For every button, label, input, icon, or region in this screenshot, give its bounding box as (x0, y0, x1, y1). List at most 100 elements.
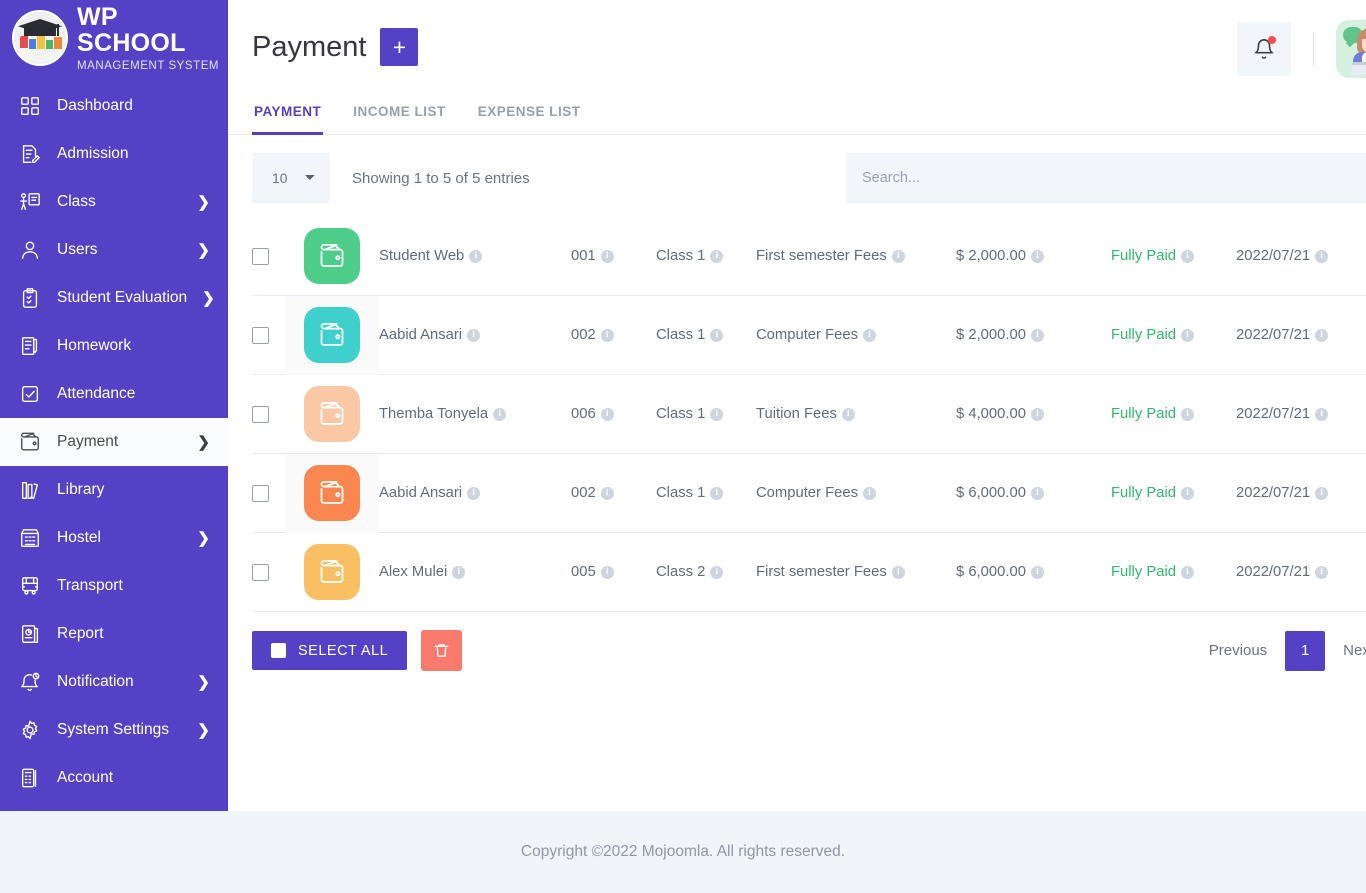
info-icon[interactable]: i (710, 249, 724, 263)
tab-payment[interactable]: PAYMENT (252, 96, 324, 135)
info-icon[interactable]: i (1180, 249, 1194, 263)
row-checkbox[interactable] (252, 563, 269, 581)
chevron-right-icon: ❯ (197, 433, 210, 451)
info-icon[interactable]: i (600, 565, 614, 579)
sidebar-item-report[interactable]: Report (0, 610, 228, 658)
row-checkbox-cell (252, 484, 285, 502)
chevron-right-icon: ❯ (197, 529, 210, 547)
notification-dot (1268, 36, 1276, 44)
info-icon[interactable]: i (469, 249, 483, 263)
sidebar-item-transport[interactable]: Transport (0, 562, 228, 610)
wallet-icon (304, 386, 360, 442)
info-icon[interactable]: i (600, 407, 614, 421)
cell-name-value-wrap: Aabid Ansari i (379, 485, 481, 501)
row-checkbox-cell (252, 326, 285, 344)
cell-class-text: Class 1 (656, 248, 706, 264)
cell-date-text: 2022/07/21 (1236, 327, 1311, 343)
delete-selected-button[interactable] (421, 630, 463, 671)
row-checkbox[interactable] (252, 405, 269, 423)
sidebar-item-system-settings[interactable]: System Settings ❯ (0, 706, 228, 754)
info-icon[interactable]: i (1315, 407, 1329, 421)
row-checkbox[interactable] (252, 247, 269, 265)
sidebar-item-hostel[interactable]: Hostel ❯ (0, 514, 228, 562)
cell-name: Aabid Ansari i (379, 484, 571, 502)
info-icon[interactable]: i (1180, 565, 1194, 579)
pagination-page-1[interactable]: 1 (1285, 630, 1326, 671)
cell-date-text: 2022/07/21 (1236, 248, 1311, 264)
pagination-previous[interactable]: Previous (1191, 631, 1285, 671)
trash-icon (434, 644, 449, 657)
info-icon[interactable]: i (1030, 249, 1044, 263)
wallet-icon (304, 307, 360, 363)
info-icon[interactable]: i (493, 407, 507, 421)
sidebar-item-attendance[interactable]: Attendance (0, 370, 228, 418)
info-icon[interactable]: i (891, 249, 905, 263)
tab-income-list[interactable]: INCOME LIST (351, 96, 448, 135)
info-icon[interactable]: i (467, 486, 481, 500)
info-icon[interactable]: i (1030, 407, 1044, 421)
books-icon (18, 478, 42, 502)
info-icon[interactable]: i (710, 565, 724, 579)
info-icon[interactable]: i (862, 486, 876, 500)
info-icon[interactable]: i (452, 565, 466, 579)
cell-id: 002 i (571, 484, 656, 502)
brand-logo-block[interactable]: WP SCHOOL MANAGEMENT SYSTEM (0, 0, 228, 76)
info-icon[interactable]: i (1030, 328, 1044, 342)
cell-status: Fully Paid i (1111, 247, 1236, 265)
sidebar-item-users[interactable]: Users ❯ (0, 226, 228, 274)
info-icon[interactable]: i (1180, 486, 1194, 500)
cell-status-text: Fully Paid (1111, 564, 1176, 580)
document-edit-icon (18, 142, 42, 166)
sidebar-item-dashboard[interactable]: Dashboard (0, 82, 228, 130)
info-icon[interactable]: i (1315, 565, 1329, 579)
info-icon[interactable]: i (891, 565, 905, 579)
sidebar-item-payment[interactable]: Payment ❯ (0, 418, 228, 466)
pagination-next[interactable]: Next (1325, 631, 1366, 671)
select-all-checkbox-icon (271, 643, 286, 658)
cell-status-text: Fully Paid (1111, 485, 1176, 501)
info-icon[interactable]: i (710, 328, 724, 342)
sidebar-nav: Dashboard Admission Class ❯ Users ❯ Student Ev… (0, 76, 228, 802)
info-icon[interactable]: i (600, 249, 614, 263)
cell-fee-text: First semester Fees (756, 248, 887, 264)
notifications-button[interactable] (1237, 22, 1291, 76)
sidebar-item-class[interactable]: Class ❯ (0, 178, 228, 226)
sidebar-item-homework[interactable]: Homework (0, 322, 228, 370)
sidebar-item-notification[interactable]: Notification ❯ (0, 658, 228, 706)
user-icon (18, 238, 42, 262)
page-length-select[interactable]: 102550100 (252, 153, 330, 203)
info-icon[interactable]: i (1180, 328, 1194, 342)
user-avatar[interactable] (1336, 20, 1366, 78)
sidebar-item-student-evaluation[interactable]: Student Evaluation ❯ (0, 274, 228, 322)
search-input[interactable] (846, 153, 1366, 203)
select-all-button[interactable]: SELECT ALL (252, 631, 408, 670)
info-icon[interactable]: i (1030, 565, 1044, 579)
cell-amount-text: $ 6,000.00 (956, 564, 1026, 580)
info-icon[interactable]: i (1315, 486, 1329, 500)
cell-name: Alex Mulei i (379, 563, 571, 581)
info-icon[interactable]: i (710, 486, 724, 500)
info-icon[interactable]: i (1315, 249, 1329, 263)
info-icon[interactable]: i (1030, 486, 1044, 500)
info-icon[interactable]: i (1180, 407, 1194, 421)
cell-date-text: 2022/07/21 (1236, 564, 1311, 580)
row-checkbox[interactable] (252, 326, 269, 344)
table-row: Aabid Ansari i 002 i Class 1 i Computer Fees i $… (252, 453, 1366, 533)
tab-expense-list[interactable]: EXPENSE LIST (476, 96, 583, 135)
row-checkbox[interactable] (252, 484, 269, 502)
sidebar-item-library[interactable]: Library (0, 466, 228, 514)
info-icon[interactable]: i (467, 328, 481, 342)
add-payment-button[interactable]: + (380, 28, 419, 66)
info-icon[interactable]: i (862, 328, 876, 342)
checkbox-square-icon (18, 382, 42, 406)
info-icon[interactable]: i (710, 407, 724, 421)
sidebar-item-account[interactable]: Account (0, 754, 228, 802)
cell-name-text: Aabid Ansari (379, 327, 463, 343)
info-icon[interactable]: i (600, 486, 614, 500)
sidebar-item-admission[interactable]: Admission (0, 130, 228, 178)
info-icon[interactable]: i (1315, 328, 1329, 342)
cell-amount: $ 6,000.00 i (956, 563, 1111, 581)
info-icon[interactable]: i (600, 328, 614, 342)
teacher-board-icon (18, 190, 42, 214)
info-icon[interactable]: i (841, 407, 855, 421)
